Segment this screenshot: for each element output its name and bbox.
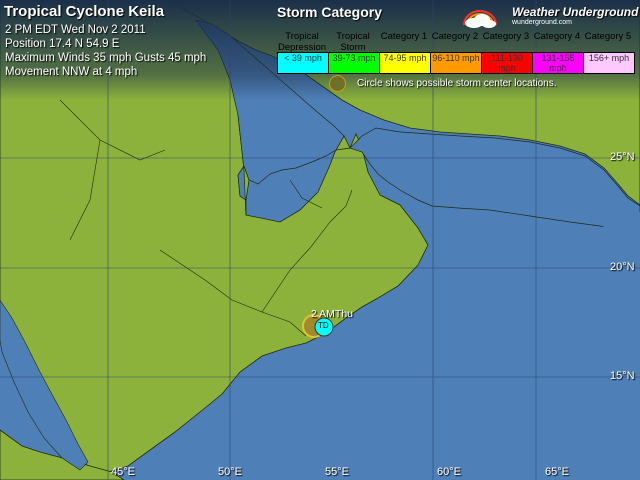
category-swatch-1: 39-73 mph: [328, 52, 380, 74]
weather-underground-logo[interactable]: Weather Underground wunderground.com: [458, 3, 638, 29]
category-swatch-0: < 39 mph: [277, 52, 329, 74]
category-label-4: Category 3: [482, 31, 530, 42]
lon-label-45e: 45°E: [111, 466, 135, 478]
advisory-time: 2 PM EDT Wed Nov 2 2011: [5, 24, 146, 36]
category-label-6: Category 5: [584, 31, 632, 42]
legend-title: Storm Category: [277, 4, 383, 20]
uncertainty-circle-icon: [329, 75, 346, 92]
logo-brand: Weather Underground: [512, 5, 639, 19]
category-label-2: Category 1: [380, 31, 428, 42]
lon-label-65e: 65°E: [545, 466, 569, 478]
lon-label-55e: 55°E: [325, 466, 349, 478]
storm-map: Tropical Cyclone Keila 2 PM EDT Wed Nov …: [0, 0, 640, 480]
storm-movement: Movement NNW at 4 mph: [5, 66, 138, 78]
lon-label-50e: 50°E: [218, 466, 242, 478]
rainbow-cloud-icon: [463, 10, 497, 28]
category-swatch-2: 74-95 mph: [379, 52, 431, 74]
category-label-0: Tropical Depression: [277, 31, 327, 53]
category-swatch-4: 111-130 mph: [481, 52, 533, 74]
category-swatch-5: 131-155 mph: [532, 52, 584, 74]
category-label-5: Category 4: [533, 31, 581, 42]
logo-domain: wunderground.com: [512, 19, 572, 26]
lat-label-25n: 25°N: [610, 151, 635, 163]
lat-label-15n: 15°N: [610, 370, 635, 382]
storm-winds: Maximum Winds 35 mph Gusts 45 mph: [5, 52, 207, 64]
category-label-1: Tropical Storm: [336, 31, 370, 53]
category-swatch-6: 156+ mph: [583, 52, 635, 74]
forecast-time-label: 2 AMThu: [311, 308, 354, 320]
category-label-3: Category 2: [431, 31, 479, 42]
storm-title: Tropical Cyclone Keila: [4, 3, 165, 20]
circle-note-text: Circle shows possible storm center locat…: [357, 78, 557, 89]
storm-marker-label: TD: [318, 321, 329, 330]
lat-label-20n: 20°N: [610, 261, 635, 273]
category-swatch-3: 96-110 mph: [430, 52, 482, 74]
lon-label-60e: 60°E: [437, 466, 461, 478]
storm-position: Position 17.4 N 54.9 E: [5, 38, 120, 50]
